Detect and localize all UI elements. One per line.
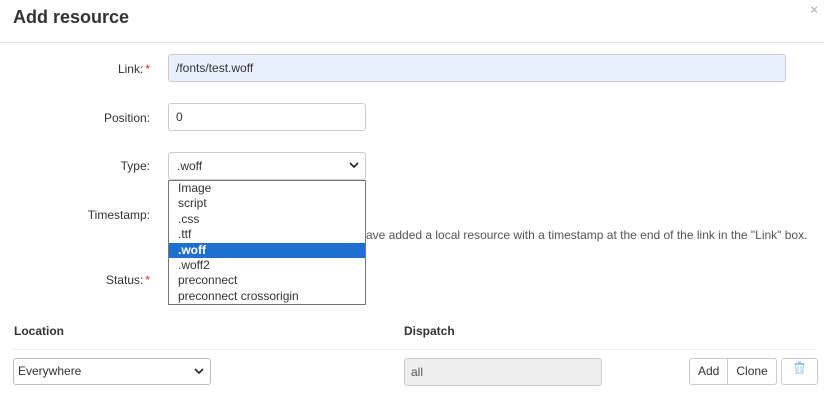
- location-select-value: Everywhere: [18, 364, 82, 378]
- status-label-text: Status:: [105, 273, 144, 287]
- type-option[interactable]: .ttf: [169, 227, 365, 242]
- dialog-header: Add resource ×: [0, 0, 824, 43]
- type-select[interactable]: .woff: [168, 152, 366, 180]
- location-select[interactable]: Everywhere: [13, 358, 211, 385]
- status-label: Status: *: [106, 273, 150, 287]
- type-option[interactable]: .woff2: [169, 258, 365, 273]
- clone-button[interactable]: Clone: [727, 358, 777, 385]
- link-label: Link: *: [118, 62, 150, 76]
- chevron-down-icon: [194, 359, 204, 394]
- dialog-title: Add resource: [13, 7, 130, 27]
- section-divider: [10, 349, 816, 350]
- type-option[interactable]: script: [169, 196, 365, 211]
- position-label: Position:: [103, 111, 150, 125]
- required-mark: *: [145, 273, 150, 287]
- type-option[interactable]: .woff: [169, 242, 365, 258]
- type-option[interactable]: preconnect: [169, 273, 365, 288]
- rule-actions: Add Clone: [689, 358, 818, 385]
- add-button[interactable]: Add: [689, 358, 729, 385]
- timestamp-help-text: ave added a local resource with a timest…: [366, 228, 808, 242]
- close-icon[interactable]: ×: [810, 2, 818, 17]
- type-label: Type:: [120, 159, 150, 173]
- type-option[interactable]: Image: [169, 181, 365, 196]
- delete-button[interactable]: [780, 358, 818, 385]
- link-input[interactable]: /fonts/test.woff: [168, 54, 786, 82]
- required-mark: *: [145, 62, 150, 76]
- type-select-value: .woff: [177, 159, 203, 173]
- trash-icon: [794, 358, 805, 383]
- type-option[interactable]: preconnect crossorigin: [169, 289, 365, 304]
- type-option[interactable]: .css: [169, 212, 365, 227]
- type-dropdown-list[interactable]: Image script .css .ttf .woff .woff2 preconnect…: [168, 180, 366, 305]
- link-label-text: Link:: [117, 62, 144, 76]
- timestamp-label: Timestamp:: [87, 208, 150, 222]
- dispatch-header: Dispatch: [404, 324, 455, 338]
- position-input[interactable]: 0: [168, 103, 366, 131]
- add-resource-dialog: Add resource × Link: * /fonts/test.woff P…: [0, 0, 824, 408]
- location-header: Location: [14, 324, 64, 338]
- dispatch-input[interactable]: all: [404, 358, 602, 386]
